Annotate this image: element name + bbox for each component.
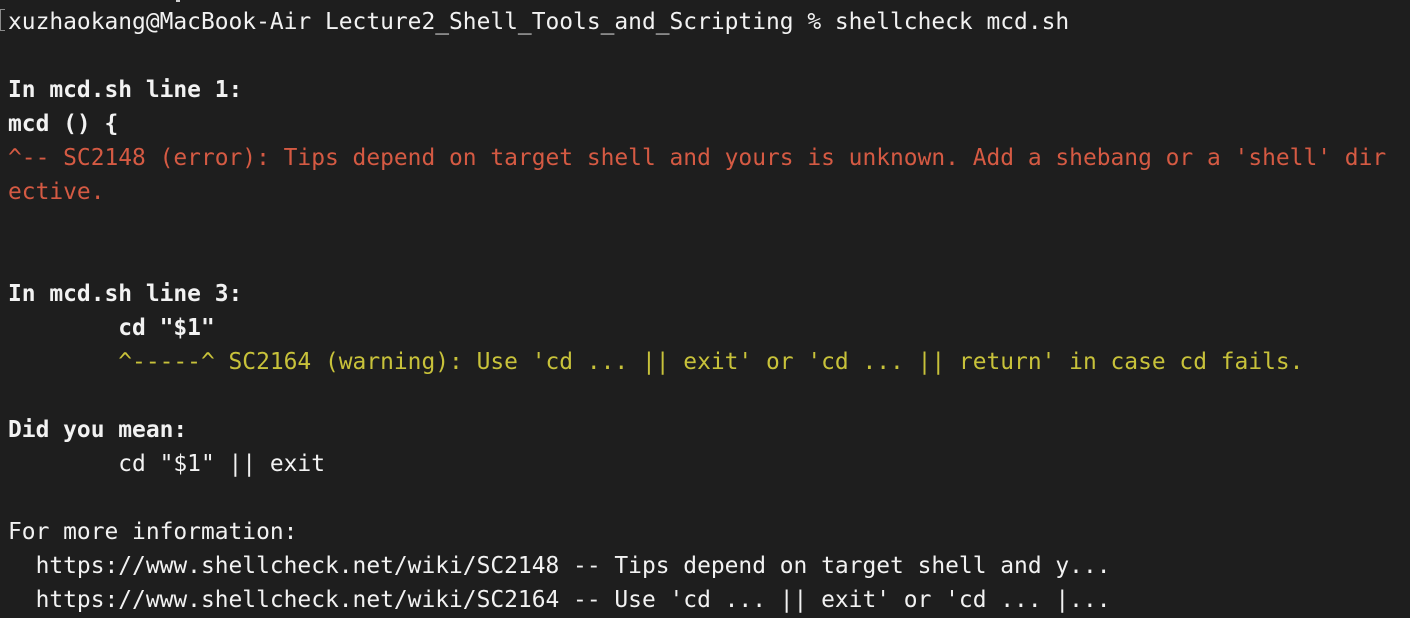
block-1-header: In mcd.sh line 1: xyxy=(8,77,243,103)
block-1-error-message: ^-- SC2148 (error): Tips depend on targe… xyxy=(8,145,1387,171)
suggestion-header: Did you mean: xyxy=(8,417,188,443)
block-2-header: In mcd.sh line 3: xyxy=(8,281,243,307)
prompt-line: xuzhaokang@MacBook-Air Lecture2_Shell_To… xyxy=(8,9,1070,35)
terminal-window[interactable]: xuzhaokang@MacBook-Air Lecture2_Shell_To… xyxy=(0,0,1410,618)
block-2-code: cd "$1" xyxy=(8,315,215,341)
info-link-sc2164[interactable]: https://www.shellcheck.net/wiki/SC2164 -… xyxy=(8,583,1410,617)
block-1-error-message-wrap: ective. xyxy=(8,179,105,205)
info-link-sc2148[interactable]: https://www.shellcheck.net/wiki/SC2148 -… xyxy=(8,549,1410,583)
block-1-code: mcd () { xyxy=(8,111,119,137)
mark-bracket-icon xyxy=(0,9,5,31)
block-2-warning-message: ^-----^ SC2164 (warning): Use 'cd ... ||… xyxy=(8,349,1304,375)
info-header: For more information: xyxy=(8,519,298,545)
scrolled-text-remnant xyxy=(176,0,180,2)
suggestion-code: cd "$1" || exit xyxy=(8,451,325,477)
